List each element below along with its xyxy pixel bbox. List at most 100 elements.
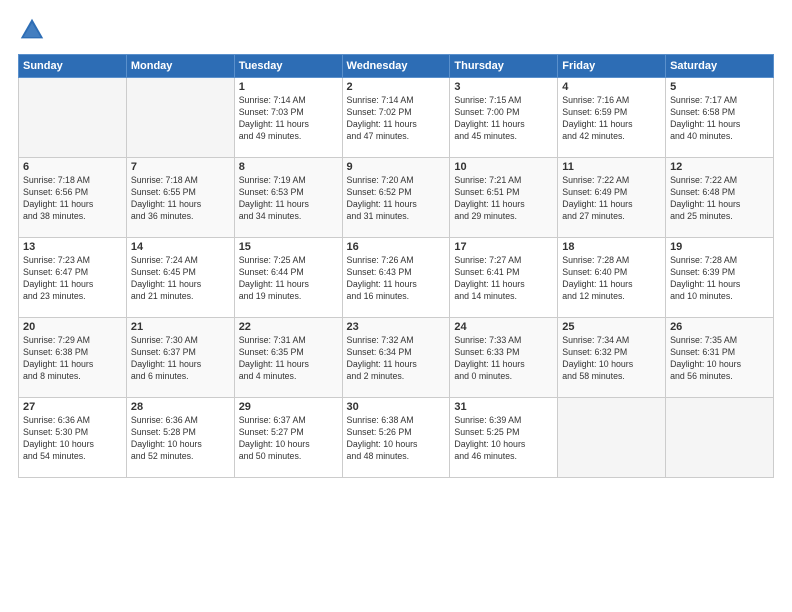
day-number: 18 [562,241,661,253]
calendar-day-header: Monday [126,55,234,78]
calendar-cell: 11 Sunrise: 7:22 AM Sunset: 6:49 PM Dayli… [558,158,666,238]
day-number: 26 [670,321,769,333]
calendar-cell: 16Sunrise: 7:26 AM Sunset: 6:43 PM Dayli… [342,238,450,318]
calendar-week-row: 6Sunrise: 7:18 AM Sunset: 6:56 PM Daylig… [19,158,774,238]
calendar-cell: 1 Sunrise: 7:14 AM Sunset: 7:03 PM Daylig… [234,78,342,158]
calendar-cell: 17 Sunrise: 7:27 AM Sunset: 6:41 PM Dayli… [450,238,558,318]
logo-icon [18,16,46,44]
day-number: 19 [670,241,769,253]
day-number: 2 [347,81,446,93]
cell-details: Sunrise: 7:21 AM Sunset: 6:51 PM Dayligh… [454,175,553,223]
calendar-table: SundayMondayTuesdayWednesdayThursdayFrid… [18,54,774,478]
calendar-cell: 22 Sunrise: 7:31 AM Sunset: 6:35 PM Dayli… [234,318,342,398]
cell-details: Sunrise: 7:14 AM Sunset: 7:02 PM Dayligh… [347,95,446,143]
calendar-cell [126,78,234,158]
cell-details: Sunrise: 7:25 AM Sunset: 6:44 PM Dayligh… [239,255,338,303]
day-number: 28 [131,401,230,413]
calendar-day-header: Tuesday [234,55,342,78]
calendar-cell: 23 Sunrise: 7:32 AM Sunset: 6:34 PM Dayli… [342,318,450,398]
cell-details: Sunrise: 6:39 AM Sunset: 5:25 PM Dayligh… [454,415,553,463]
day-number: 8 [239,161,338,173]
day-number: 14 [131,241,230,253]
day-number: 16 [347,241,446,253]
cell-details: Sunrise: 7:22 AM Sunset: 6:48 PM Dayligh… [670,175,769,223]
cell-details: Sunrise: 7:18 AM Sunset: 6:56 PM Dayligh… [23,175,122,223]
calendar-cell [666,398,774,478]
cell-details: Sunrise: 7:18 AM Sunset: 6:55 PM Dayligh… [131,175,230,223]
day-number: 23 [347,321,446,333]
calendar-day-header: Thursday [450,55,558,78]
cell-details: Sunrise: 7:31 AM Sunset: 6:35 PM Dayligh… [239,335,338,383]
calendar-cell: 25 Sunrise: 7:34 AM Sunset: 6:32 PM Dayli… [558,318,666,398]
day-number: 17 [454,241,553,253]
day-number: 12 [670,161,769,173]
day-number: 29 [239,401,338,413]
cell-details: Sunrise: 7:23 AM Sunset: 6:47 PM Dayligh… [23,255,122,303]
page: SundayMondayTuesdayWednesdayThursdayFrid… [0,0,792,612]
cell-details: Sunrise: 7:22 AM Sunset: 6:49 PM Dayligh… [562,175,661,223]
calendar-cell: 13 Sunrise: 7:23 AM Sunset: 6:47 PM Dayli… [19,238,127,318]
calendar-cell: 6Sunrise: 7:18 AM Sunset: 6:56 PM Daylig… [19,158,127,238]
logo [18,16,50,44]
day-number: 25 [562,321,661,333]
day-number: 20 [23,321,122,333]
calendar-cell: 8 Sunrise: 7:19 AM Sunset: 6:53 PM Daylig… [234,158,342,238]
calendar-cell: 21 Sunrise: 7:30 AM Sunset: 6:37 PM Dayli… [126,318,234,398]
calendar-week-row: 13 Sunrise: 7:23 AM Sunset: 6:47 PM Dayli… [19,238,774,318]
calendar-cell: 20 Sunrise: 7:29 AM Sunset: 6:38 PM Dayli… [19,318,127,398]
day-number: 24 [454,321,553,333]
day-number: 21 [131,321,230,333]
cell-details: Sunrise: 7:24 AM Sunset: 6:45 PM Dayligh… [131,255,230,303]
calendar-cell: 27Sunrise: 6:36 AM Sunset: 5:30 PM Dayli… [19,398,127,478]
day-number: 13 [23,241,122,253]
cell-details: Sunrise: 7:30 AM Sunset: 6:37 PM Dayligh… [131,335,230,383]
calendar-day-header: Saturday [666,55,774,78]
calendar-cell: 12 Sunrise: 7:22 AM Sunset: 6:48 PM Dayli… [666,158,774,238]
calendar-cell: 18 Sunrise: 7:28 AM Sunset: 6:40 PM Dayli… [558,238,666,318]
day-number: 5 [670,81,769,93]
cell-details: Sunrise: 7:32 AM Sunset: 6:34 PM Dayligh… [347,335,446,383]
cell-details: Sunrise: 7:33 AM Sunset: 6:33 PM Dayligh… [454,335,553,383]
cell-details: Sunrise: 7:29 AM Sunset: 6:38 PM Dayligh… [23,335,122,383]
cell-details: Sunrise: 7:15 AM Sunset: 7:00 PM Dayligh… [454,95,553,143]
calendar-cell: 7Sunrise: 7:18 AM Sunset: 6:55 PM Daylig… [126,158,234,238]
calendar-cell: 31 Sunrise: 6:39 AM Sunset: 5:25 PM Dayli… [450,398,558,478]
calendar-cell: 4Sunrise: 7:16 AM Sunset: 6:59 PM Daylig… [558,78,666,158]
day-number: 15 [239,241,338,253]
calendar-cell: 15 Sunrise: 7:25 AM Sunset: 6:44 PM Dayli… [234,238,342,318]
cell-details: Sunrise: 7:14 AM Sunset: 7:03 PM Dayligh… [239,95,338,143]
cell-details: Sunrise: 7:28 AM Sunset: 6:40 PM Dayligh… [562,255,661,303]
cell-details: Sunrise: 6:37 AM Sunset: 5:27 PM Dayligh… [239,415,338,463]
calendar-day-header: Sunday [19,55,127,78]
day-number: 30 [347,401,446,413]
day-number: 22 [239,321,338,333]
cell-details: Sunrise: 6:36 AM Sunset: 5:28 PM Dayligh… [131,415,230,463]
calendar-cell [19,78,127,158]
calendar-cell: 26 Sunrise: 7:35 AM Sunset: 6:31 PM Dayli… [666,318,774,398]
calendar-cell: 5Sunrise: 7:17 AM Sunset: 6:58 PM Daylig… [666,78,774,158]
cell-details: Sunrise: 7:19 AM Sunset: 6:53 PM Dayligh… [239,175,338,223]
calendar-cell [558,398,666,478]
calendar-cell: 19 Sunrise: 7:28 AM Sunset: 6:39 PM Dayli… [666,238,774,318]
calendar-week-row: 20 Sunrise: 7:29 AM Sunset: 6:38 PM Dayli… [19,318,774,398]
calendar-cell: 28 Sunrise: 6:36 AM Sunset: 5:28 PM Dayli… [126,398,234,478]
cell-details: Sunrise: 7:28 AM Sunset: 6:39 PM Dayligh… [670,255,769,303]
day-number: 11 [562,161,661,173]
day-number: 9 [347,161,446,173]
cell-details: Sunrise: 7:34 AM Sunset: 6:32 PM Dayligh… [562,335,661,383]
cell-details: Sunrise: 7:27 AM Sunset: 6:41 PM Dayligh… [454,255,553,303]
cell-details: Sunrise: 7:20 AM Sunset: 6:52 PM Dayligh… [347,175,446,223]
calendar-cell: 10 Sunrise: 7:21 AM Sunset: 6:51 PM Dayli… [450,158,558,238]
calendar-cell: 24 Sunrise: 7:33 AM Sunset: 6:33 PM Dayli… [450,318,558,398]
cell-details: Sunrise: 6:36 AM Sunset: 5:30 PM Dayligh… [23,415,122,463]
calendar-cell: 30Sunrise: 6:38 AM Sunset: 5:26 PM Dayli… [342,398,450,478]
cell-details: Sunrise: 7:35 AM Sunset: 6:31 PM Dayligh… [670,335,769,383]
day-number: 3 [454,81,553,93]
calendar-week-row: 1 Sunrise: 7:14 AM Sunset: 7:03 PM Daylig… [19,78,774,158]
calendar-cell: 29 Sunrise: 6:37 AM Sunset: 5:27 PM Dayli… [234,398,342,478]
day-number: 31 [454,401,553,413]
calendar-cell: 9 Sunrise: 7:20 AM Sunset: 6:52 PM Daylig… [342,158,450,238]
calendar-week-row: 27Sunrise: 6:36 AM Sunset: 5:30 PM Dayli… [19,398,774,478]
day-number: 10 [454,161,553,173]
day-number: 1 [239,81,338,93]
